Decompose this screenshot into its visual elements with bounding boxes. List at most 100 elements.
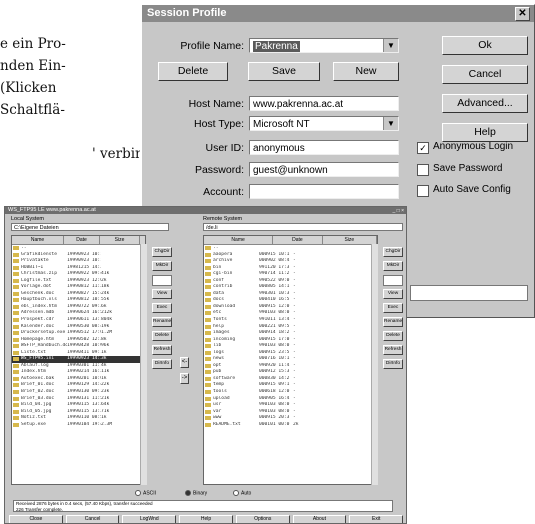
account-label: Account: [203, 186, 244, 198]
save-button[interactable]: Save [248, 62, 320, 81]
folder-icon [205, 363, 211, 368]
profile-name-label: Profile Name: [180, 40, 244, 52]
password-field[interactable]: guest@unknown [249, 162, 399, 177]
account-field[interactable] [249, 184, 399, 199]
upload-arrow-button[interactable]: <- [180, 357, 189, 368]
help-button[interactable]: Help [179, 515, 233, 523]
view-button[interactable]: View [152, 289, 172, 299]
user-id-field[interactable]: anonymous [249, 140, 399, 155]
column-header-name[interactable]: Name [12, 236, 64, 244]
folder-icon [13, 337, 19, 342]
profile-name-combo[interactable]: Pakrenna ▼ [249, 38, 399, 53]
ftp-title: WS_FTP95 LE www.pakrenna.ac.at [8, 207, 96, 213]
column-header-date[interactable]: Date [273, 236, 323, 244]
ftp-client-window: WS_FTP95 LE www.pakrenna.ac.at _ □ × Loc… [4, 206, 407, 524]
remote-file-list[interactable]: Name Date Size .. aaopera 000915 10:1- arch… [203, 235, 378, 485]
anonymous-login-checkbox[interactable]: ✓ [417, 142, 429, 154]
auto-mode-radio[interactable]: Auto [233, 490, 251, 496]
exec-button[interactable]: Exec [383, 303, 403, 313]
rename-button[interactable]: Rename [152, 317, 172, 327]
exit-button[interactable]: Exit [349, 515, 404, 523]
folder-icon [205, 298, 211, 303]
folder-icon [205, 344, 211, 349]
folder-icon [13, 272, 19, 277]
bg-text-line: e ein Pro- [0, 36, 66, 52]
column-header-name[interactable]: Name [204, 236, 274, 244]
cancel-button[interactable]: Cancel [65, 515, 120, 523]
remote-scrollbar[interactable] [371, 244, 378, 485]
side-input-box[interactable] [152, 275, 172, 286]
bg-text-line: (Klicken [0, 80, 57, 96]
side-input-box[interactable] [383, 275, 403, 286]
remote-system-label: Remote System [203, 216, 243, 222]
local-file-list[interactable]: Name Date Size .. Grafikdienste 19990923 1… [11, 235, 146, 485]
delete-button[interactable]: Delete [158, 62, 228, 81]
cancel-button[interactable]: Cancel [442, 65, 528, 84]
close-button[interactable]: Close [9, 515, 63, 523]
column-header-size[interactable]: Size [100, 236, 140, 244]
file-date: 000101 00:0 [259, 421, 290, 427]
folder-icon [205, 252, 211, 257]
folder-icon [205, 272, 211, 277]
folder-icon [205, 416, 211, 421]
column-header-date[interactable]: Date [64, 236, 100, 244]
dirinfo-button[interactable]: DirInfo [383, 359, 403, 369]
help-button[interactable]: Help [442, 123, 528, 142]
binary-mode-radio[interactable]: Binary [185, 490, 207, 496]
local-scrollbar[interactable] [140, 244, 147, 485]
local-path-value: C:\Eigene Dateien [14, 225, 59, 231]
save-password-label: Save Password [433, 163, 503, 174]
auto-save-config-checkbox[interactable] [417, 185, 429, 197]
folder-icon [13, 363, 19, 368]
mkdir-button[interactable]: MkDir [152, 261, 172, 271]
advanced-button[interactable]: Advanced... [442, 94, 528, 113]
file-name: Setup.exe [21, 421, 46, 427]
folder-icon [205, 324, 211, 329]
message-log[interactable]: Received 2876 bytes in 0.4 secs, (57.40 … [13, 500, 393, 512]
folder-icon [13, 265, 19, 270]
chgdir-button[interactable]: ChgDir [383, 247, 403, 257]
remote-path-combo[interactable]: /de.li [203, 223, 403, 231]
host-type-label: Host Type: [194, 118, 244, 130]
logwnd-button[interactable]: LogWnd [122, 515, 177, 523]
chevron-down-icon[interactable]: ▼ [383, 117, 398, 130]
delete-button[interactable]: Delete [152, 331, 172, 341]
folder-icon [205, 390, 211, 395]
log-line: 226 Transfer complete. [16, 506, 63, 512]
download-arrow-button[interactable]: -> [180, 373, 189, 384]
file-size: 2.3M [101, 421, 113, 427]
close-icon[interactable]: ✕ [515, 7, 530, 21]
delete-button[interactable]: Delete [383, 331, 403, 341]
about-button[interactable]: About [292, 515, 347, 523]
bg-text-line: Schaltflä- [0, 102, 65, 118]
folder-icon [205, 291, 211, 296]
refresh-button[interactable]: Refresh [383, 345, 403, 355]
file-row[interactable]: README.txt 000101 00:0 2k [204, 422, 377, 429]
folder-icon [13, 376, 19, 381]
folder-icon [13, 246, 19, 250]
chevron-down-icon[interactable]: ▼ [383, 39, 398, 52]
local-path-combo[interactable]: C:\Eigene Dateien [11, 223, 169, 231]
dirinfo-button[interactable]: DirInfo [152, 359, 172, 369]
save-password-checkbox[interactable] [417, 164, 429, 176]
window-controls-icon[interactable]: _ □ × [393, 208, 405, 215]
status-box [410, 285, 528, 301]
view-button[interactable]: View [383, 289, 403, 299]
folder-icon [13, 396, 19, 401]
exec-button[interactable]: Exec [152, 303, 172, 313]
column-header-size[interactable]: Size [323, 236, 377, 244]
host-name-field[interactable]: www.pakrenna.ac.at [249, 96, 399, 111]
chgdir-button[interactable]: ChgDir [152, 247, 172, 257]
ok-button[interactable]: Ok [442, 36, 528, 55]
mkdir-button[interactable]: MkDir [383, 261, 403, 271]
options-button[interactable]: Options [235, 515, 290, 523]
host-type-combo[interactable]: Microsoft NT ▼ [249, 116, 399, 131]
profile-name-value: Pakrenna [253, 41, 300, 52]
folder-icon [13, 278, 19, 283]
ascii-mode-radio[interactable]: ASCII [135, 490, 156, 496]
folder-icon [13, 285, 19, 290]
rename-button[interactable]: Rename [383, 317, 403, 327]
file-row[interactable]: Setup.exe 19990104 19:422.3M [12, 422, 145, 429]
refresh-button[interactable]: Refresh [152, 345, 172, 355]
new-button[interactable]: New [333, 62, 399, 81]
